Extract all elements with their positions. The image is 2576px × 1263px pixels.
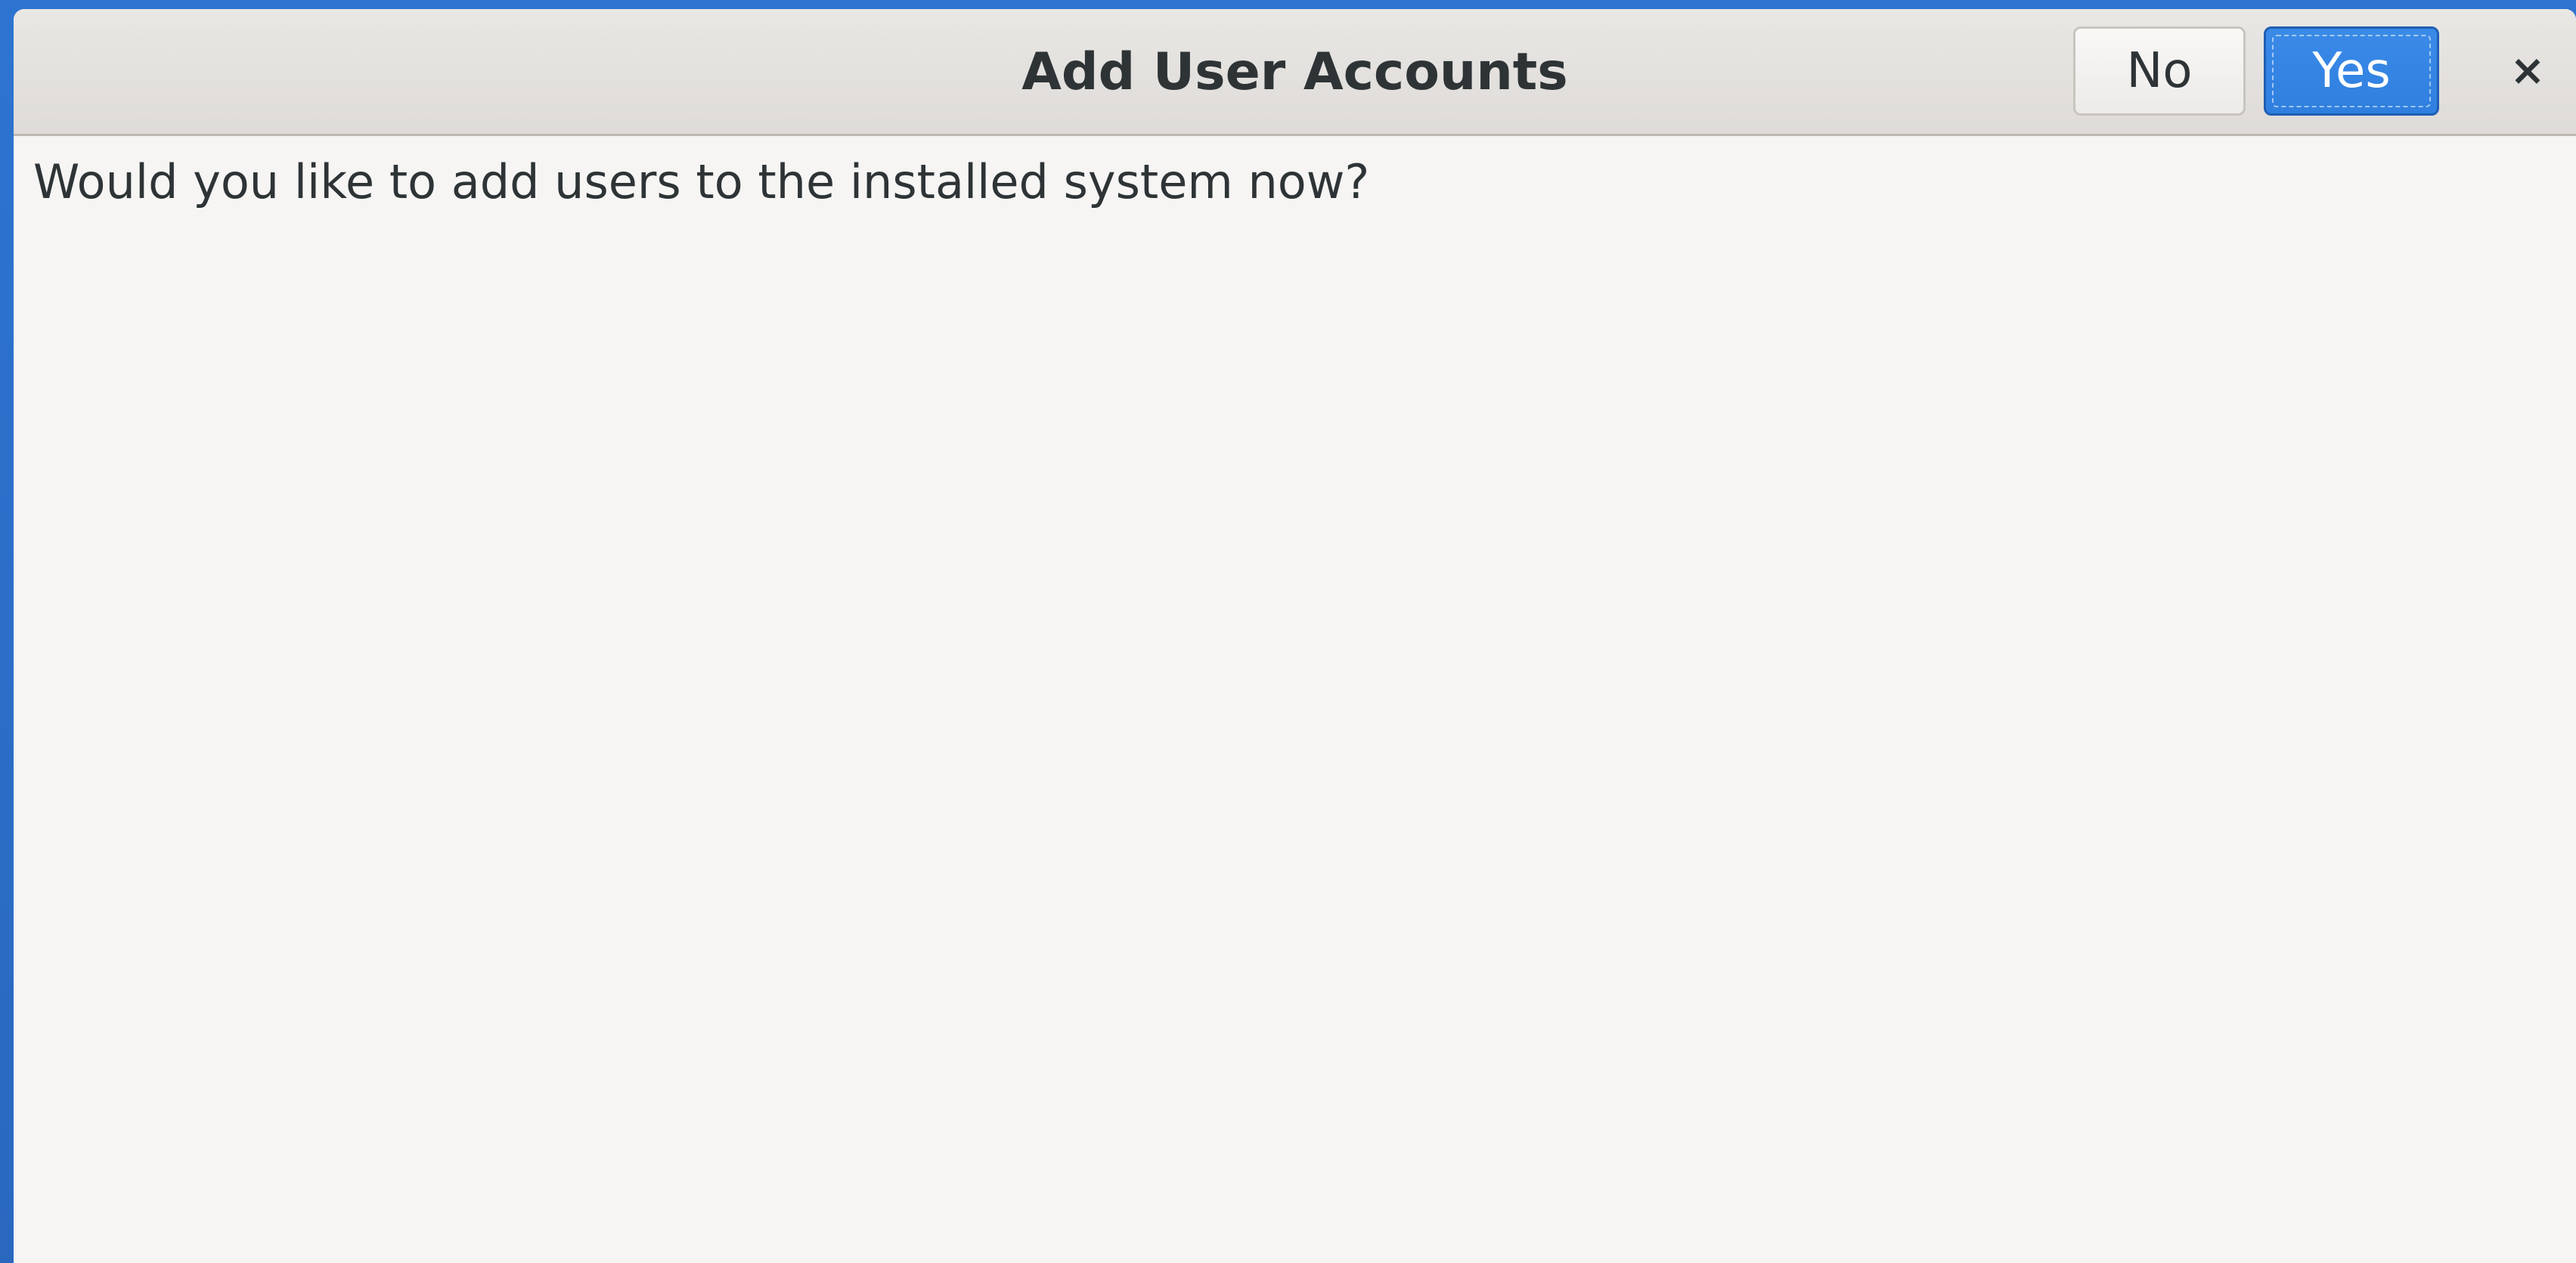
dialog-title-text: Add User Accounts: [1021, 42, 1568, 102]
dialog-message: Would you like to add users to the insta…: [33, 154, 1370, 209]
dialog-content: Would you like to add users to the insta…: [14, 136, 2576, 1263]
dialog-headerbar: Add User Accounts No Yes ×: [14, 9, 2576, 136]
yes-button[interactable]: Yes: [2264, 26, 2439, 116]
add-user-accounts-dialog: Add User Accounts No Yes × Would you lik…: [14, 9, 2576, 1263]
no-button[interactable]: No: [2073, 26, 2246, 116]
close-icon[interactable]: ×: [2486, 26, 2569, 116]
